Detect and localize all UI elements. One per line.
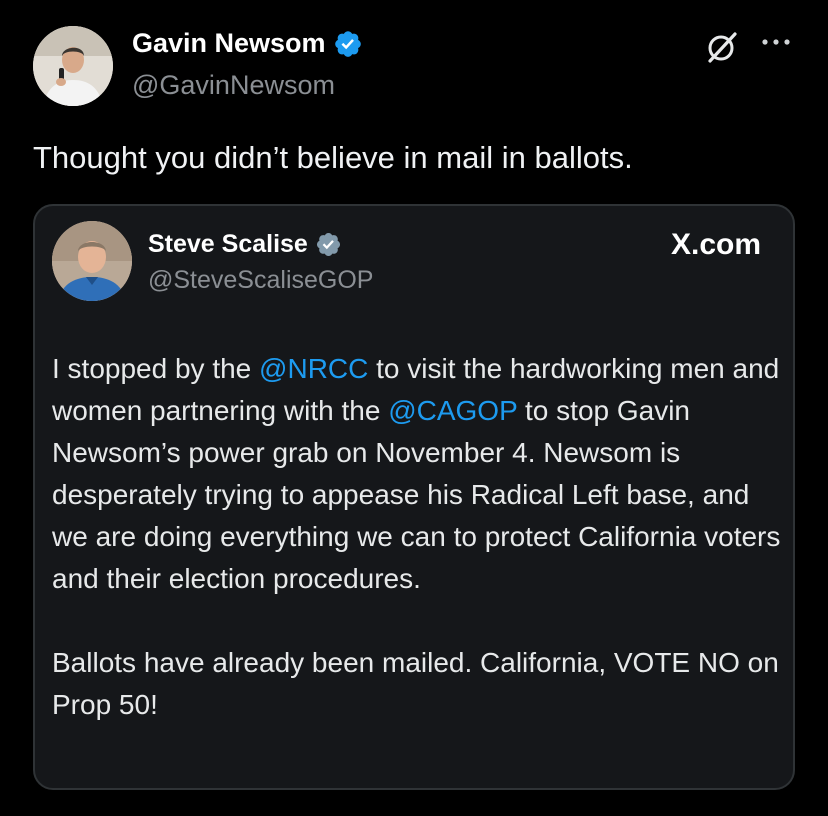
author-name[interactable]: Gavin Newsom bbox=[132, 28, 363, 59]
quoted-tweet-card[interactable]: Steve Scalise @SteveScaliseGOP X.com I s… bbox=[33, 204, 795, 790]
quoted-author-avatar-image bbox=[52, 221, 132, 301]
quoted-tweet-paragraph: I stopped by the @NRCC to visit the hard… bbox=[52, 348, 787, 600]
author-avatar[interactable] bbox=[33, 26, 113, 106]
tweet-text: Thought you didn’t believe in mail in ba… bbox=[33, 140, 633, 175]
author-handle[interactable]: @GavinNewsom bbox=[132, 70, 335, 101]
mention-link[interactable]: @NRCC bbox=[259, 353, 368, 384]
quoted-author-name-text[interactable]: Steve Scalise bbox=[148, 230, 308, 259]
source-label: X.com bbox=[670, 228, 761, 261]
quoted-author-handle[interactable]: @SteveScaliseGOP bbox=[148, 266, 373, 295]
more-horizontal-icon[interactable] bbox=[758, 32, 794, 52]
quoted-author-avatar[interactable] bbox=[52, 221, 132, 301]
quoted-tweet-paragraph: Ballots have already been mailed. Califo… bbox=[52, 647, 779, 720]
verified-badge-icon[interactable] bbox=[333, 29, 363, 59]
quoted-author-name[interactable]: Steve Scalise bbox=[148, 230, 342, 259]
grok-icon[interactable] bbox=[704, 30, 740, 66]
mention-link[interactable]: @CAGOP bbox=[388, 395, 517, 426]
author-name-text[interactable]: Gavin Newsom bbox=[132, 28, 326, 59]
tweet: Gavin Newsom @GavinNewsom Thought you di… bbox=[0, 0, 828, 816]
author-avatar-image bbox=[33, 26, 113, 106]
quoted-text-segment: I stopped by the bbox=[52, 353, 260, 384]
quoted-tweet-text: I stopped by the @NRCC to visit the hard… bbox=[52, 348, 787, 726]
verified-badge-icon[interactable] bbox=[315, 231, 342, 258]
